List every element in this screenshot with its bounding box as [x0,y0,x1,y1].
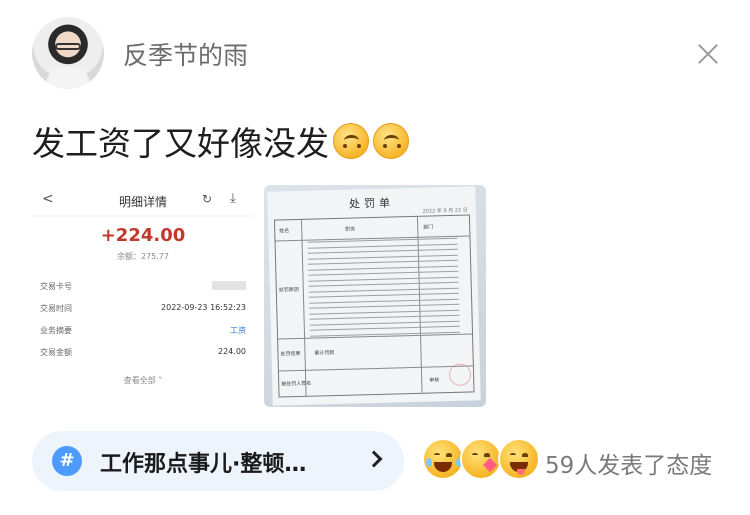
penalty-reason-label: 处罚原因 [278,286,299,294]
refresh-icon: ↻ [202,192,213,206]
receipt-row-label: 交易时间 [40,304,72,313]
penalty-name-label: 姓名 [279,228,290,235]
upside-down-face-icon [373,123,409,159]
penalty-document: 处罚单 2022 年 9 月 22 日 姓名 职务 部门 处罚原因 处罚结果 累… [267,186,481,406]
penalty-approver-label: 审核 [429,377,440,384]
post-text: 发工资了又好像没发 [32,117,409,165]
topic-label: 工作那点事儿·整顿… [100,452,307,477]
receipt-row-value: 工资 [230,326,246,335]
penalty-signature-label: 被处罚人签名 [281,380,312,388]
receipt-amount: +224.00 [100,225,186,246]
penalty-total-label: 累计罚款 [314,350,335,357]
penalty-reason-lines [307,237,461,341]
receipt-row: 交易金额 224.00 [40,347,246,358]
receipt-row-label: 交易卡号 [40,282,72,291]
receipt-row-value-blurred [212,281,246,290]
table-divider [278,365,473,372]
tongue-out-face-icon [498,438,540,480]
reaction-count[interactable]: 59人发表了态度 [545,446,712,480]
post-image-penalty-slip[interactable]: 处罚单 2022 年 9 月 22 日 姓名 职务 部门 处罚原因 处罚结果 累… [264,185,486,407]
receipt-row: 交易时间 2022-09-23 16:52:23 [40,303,246,314]
hashtag-icon: # [52,446,82,476]
close-icon[interactable] [694,40,722,68]
receipt-row: 业务摘要 工资 [40,325,246,336]
receipt-title: 明细详情 [118,195,167,209]
penalty-result-label: 处罚结果 [280,350,301,358]
penalty-dept-label: 部门 [423,224,434,231]
receipt-view-all: 查看全部 ˅ [123,376,163,385]
penalty-table: 姓名 职务 部门 处罚原因 处罚结果 累计罚款 被处罚人签名 审核 [273,214,475,398]
avatar-shirt [46,67,90,89]
receipt-balance: 余额：275.77 [117,252,169,261]
penalty-date: 2022 年 9 月 22 日 [422,207,468,215]
username[interactable]: 反季节的雨 [123,36,248,72]
download-icon: ⤓ [230,191,236,206]
chevron-right-icon [365,450,383,468]
reaction-icons[interactable] [422,438,546,482]
receipt-row: 交易卡号 [40,281,246,292]
stamp-icon [448,363,472,387]
receipt-row-value: 224.00 [218,347,246,356]
laughing-crying-face-icon [422,438,464,480]
receipt-topbar: < 明细详情 ↻ ⤓ [32,185,254,215]
upside-down-face-icon [333,123,369,159]
post-image-receipt[interactable]: < 明细详情 ↻ ⤓ +224.00 余额：275.77 交易卡号 交易时间 2… [32,185,254,407]
post-text-content: 发工资了又好像没发 [32,124,329,163]
receipt-row-label: 交易金额 [40,348,72,357]
receipt-row-label: 业务摘要 [40,326,72,335]
heart-kiss-face-icon [460,438,502,480]
topic-link[interactable]: # 工作那点事儿·整顿… [32,431,404,491]
penalty-post-label: 职务 [345,226,356,233]
avatar-glasses [55,43,81,50]
receipt-row-value: 2022-09-23 16:52:23 [161,303,246,312]
avatar[interactable] [32,17,104,89]
